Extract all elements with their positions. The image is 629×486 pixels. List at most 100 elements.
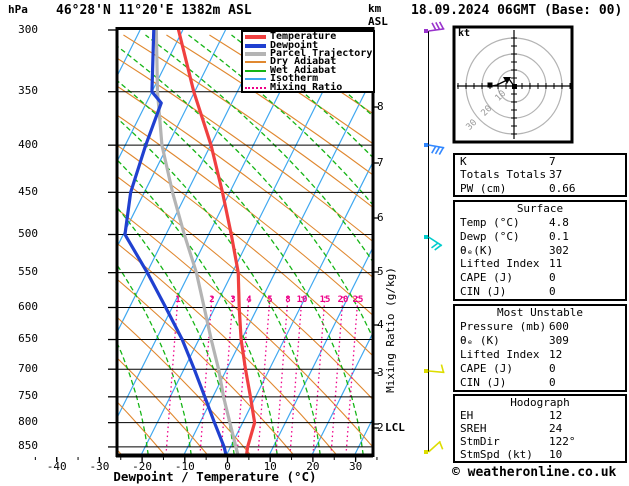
pressure-tick-label: 300 xyxy=(18,22,38,36)
legend-swatch-isotherm xyxy=(245,78,266,81)
table-row: PW (cm) 0.66 xyxy=(455,182,625,195)
altitude-axis-unit: km ASL xyxy=(368,2,396,28)
pressure-tick-label: 500 xyxy=(18,226,38,240)
stat-label: CAPE (J) xyxy=(460,271,513,285)
legend-swatch-wet-adiabat xyxy=(245,69,266,72)
table-row: EH 12 xyxy=(455,409,625,422)
stat-value: 0 xyxy=(549,271,556,285)
stat-label: CAPE (J) xyxy=(460,362,513,375)
table-row: Dewp (°C) 0.1 xyxy=(455,230,625,244)
stat-value: 302 xyxy=(549,243,569,257)
table-row: K7 xyxy=(455,155,625,168)
stat-label: Lifted Index xyxy=(460,257,540,271)
pressure-tick-label: 450 xyxy=(18,184,38,198)
table-header-surface: Surface xyxy=(516,202,564,215)
pressure-tick-label: 850 xyxy=(18,439,38,453)
legend-swatch-dewpoint xyxy=(245,43,266,48)
table-row: CIN (J) 0 xyxy=(455,376,625,390)
stat-label: EH xyxy=(460,409,474,422)
stat-value: 122° xyxy=(549,435,576,448)
table-hodograph-stats: Hodograph EH 12 SREH 24 StmDir 122° StmSpd (kt)… xyxy=(453,394,627,463)
km-tick-label: 8 xyxy=(377,99,384,113)
stat-value: 7 xyxy=(549,155,556,168)
table-row: Lifted Index 12 xyxy=(455,348,625,362)
stat-label: StmSpd (kt) xyxy=(460,448,533,461)
legend-item: Mixing Ratio xyxy=(245,81,373,93)
mixing-ratio-axis-label: Mixing Ratio (g/kg) xyxy=(384,267,397,393)
table-indices: K 7 Totals Totals 37 PW (cm) 0.66 xyxy=(453,153,627,197)
mixing-ratio-value: 1 xyxy=(175,295,181,305)
table-row: CIN (J) 0 xyxy=(455,285,625,299)
legend-label: Mixing Ratio xyxy=(270,81,343,93)
pressure-tick-label: 550 xyxy=(18,265,38,279)
wind-barb-700hpa xyxy=(424,364,445,374)
table-surface: Surface Temp (°C) 4.8 Dewp (°C) 0.1 θₑ(K) 302 L… xyxy=(453,200,627,301)
stat-value: 4.8 xyxy=(549,215,569,229)
table-header-hodograph-stats: Hodograph xyxy=(510,396,570,409)
stat-label: Totals Totals xyxy=(460,168,547,182)
stat-value: 11 xyxy=(549,257,563,271)
curve-parcel-trajectory xyxy=(154,30,240,457)
alt-unit-line: ASL xyxy=(368,15,388,28)
mixing-ratio-value: 10 xyxy=(296,295,308,305)
km-tick-label: 6 xyxy=(377,210,384,224)
stat-label: Lifted Index xyxy=(460,348,540,361)
x-axis-title: Dewpoint / Temperature (°C) xyxy=(113,469,317,484)
table-row: θₑ(K) 302 xyxy=(455,244,625,258)
km-tick-label: 4 xyxy=(377,317,384,331)
km-tick-label: 5 xyxy=(377,264,384,278)
table-row: θₑ (K) 309 xyxy=(455,334,625,348)
mixing-ratio-value: 15 xyxy=(319,295,331,305)
plot-legend: Temperature Dewpoint Parcel Trajectory Dry … xyxy=(241,30,375,93)
stat-value: 0.1 xyxy=(549,229,569,243)
curve-temperature xyxy=(176,30,257,457)
hodograph-unit-label: kt xyxy=(458,28,471,39)
mixing-ratio-value: 4 xyxy=(246,295,252,305)
stat-value: 0 xyxy=(549,285,556,299)
mixing-ratio-value: 2 xyxy=(209,295,215,305)
table-header-most-unstable: Most Unstable xyxy=(496,306,584,319)
table-row: StmSpd (kt) 10 xyxy=(455,448,625,461)
stat-label: Dewp (°C) xyxy=(460,229,520,243)
km-tick-label: 2 xyxy=(377,420,384,434)
stat-label: SREH xyxy=(460,422,487,435)
stat-value: 10 xyxy=(549,448,563,461)
wind-barb-400hpa xyxy=(424,143,445,155)
stat-label: Pressure (mb) xyxy=(460,320,547,333)
stat-value: 37 xyxy=(549,168,563,182)
legend-swatch-parcel-trajectory xyxy=(245,51,266,56)
table-row: Temp (°C) 4.8 xyxy=(455,216,625,230)
table-row: SREH 24 xyxy=(455,422,625,435)
mixing-ratio-value: 25 xyxy=(352,295,364,305)
km-tick-label: 3 xyxy=(377,365,384,379)
alt-unit-line: km xyxy=(368,2,382,15)
page-title: 46°28'N 11°20'E 1382m ASL xyxy=(56,3,252,18)
skewt-sounding-screenshot: hPa 46°28'N 11°20'E 1382m ASL 18.09.2024… xyxy=(0,0,629,486)
wind-barb-sfc xyxy=(424,440,444,454)
table-row: Lifted Index 11 xyxy=(455,257,625,271)
curve-dewpoint xyxy=(123,30,228,457)
pressure-tick-label: 400 xyxy=(18,137,38,151)
table-row: CAPE (J) 0 xyxy=(455,362,625,376)
pressure-tick-label: 600 xyxy=(18,299,38,313)
km-tick-label: 7 xyxy=(377,155,384,169)
stat-label: CIN (J) xyxy=(460,285,507,299)
pressure-tick-label: 800 xyxy=(18,415,38,429)
table-row: CAPE (J) 0 xyxy=(455,271,625,285)
datetime-label: 18.09.2024 06GMT (Base: 00) xyxy=(411,3,623,18)
table-row: StmDir 122° xyxy=(455,435,625,448)
stat-value: 309 xyxy=(549,334,569,347)
stat-value: 600 xyxy=(549,320,569,333)
table-row: Pressure (mb) 600 xyxy=(455,320,625,334)
stat-label: StmDir xyxy=(460,435,500,448)
mixing-ratio-value: 5 xyxy=(267,295,273,305)
table-row: Totals Totals 37 xyxy=(455,168,625,181)
pressure-tick-label: 650 xyxy=(18,332,38,346)
wind-barb-500hpa xyxy=(424,235,443,251)
stat-label: θₑ (K) xyxy=(460,334,500,347)
legend-swatch-dry-adiabat xyxy=(245,61,266,64)
stat-value: 12 xyxy=(549,348,563,361)
stat-label: PW (cm) xyxy=(460,181,507,195)
stat-value: 0 xyxy=(549,376,556,389)
pressure-tick-label: 350 xyxy=(18,84,38,98)
